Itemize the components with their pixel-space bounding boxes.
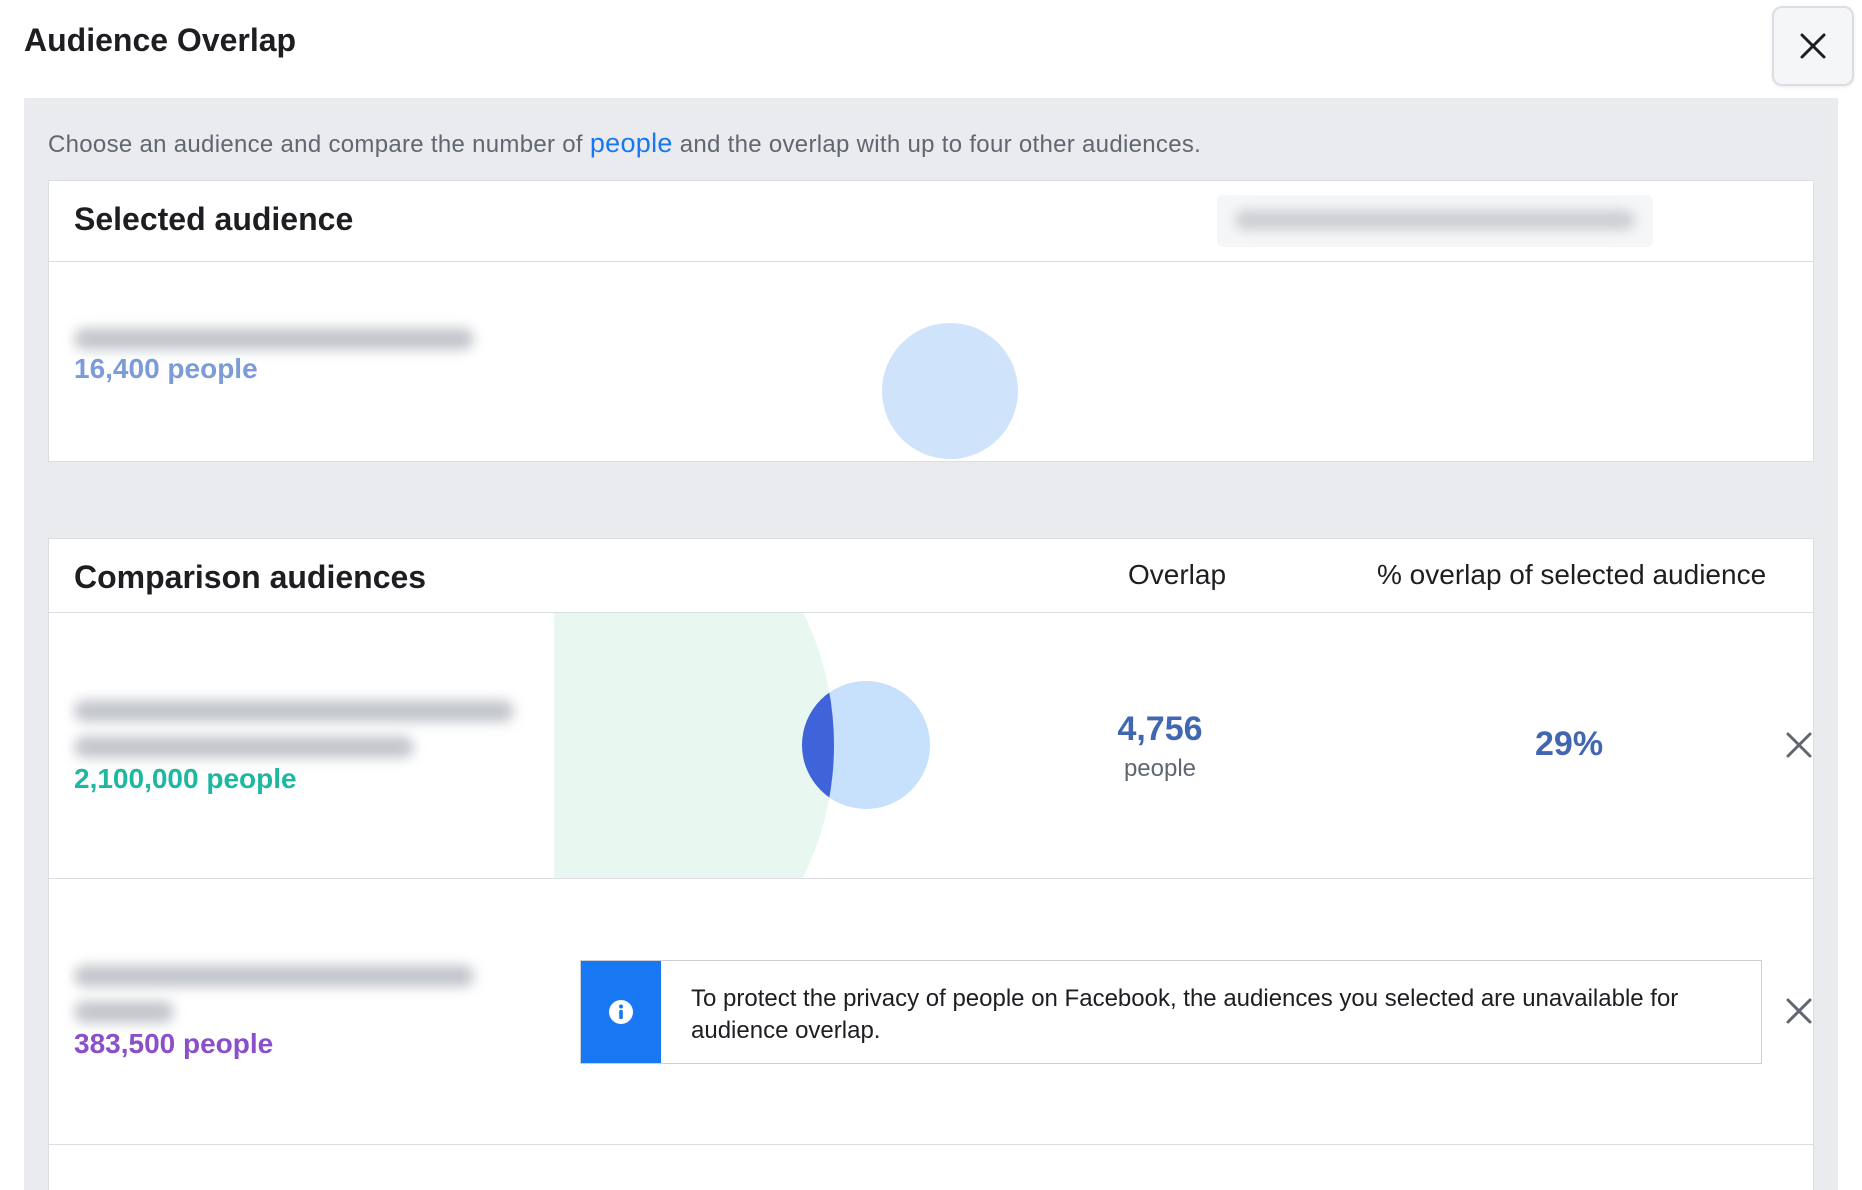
notice-icon-bar — [581, 961, 661, 1063]
selected-audience-title: Selected audience — [74, 201, 354, 237]
selected-audience-count: 16,400 people — [74, 353, 258, 384]
privacy-notice: To protect the privacy of people on Face… — [580, 960, 1762, 1064]
intro-text-after: and the overlap with up to four other au… — [672, 131, 1202, 158]
info-icon — [609, 1000, 633, 1024]
selected-audience-panel: Selected audience 16,400 people — [48, 180, 1814, 462]
comparison-audiences-panel: Comparison audiences Overlap % overlap o… — [48, 538, 1814, 1190]
close-icon — [1800, 33, 1826, 59]
privacy-notice-text: To protect the privacy of people on Face… — [691, 985, 1679, 1044]
selected-audience-header: Selected audience — [49, 181, 1813, 262]
close-dialog-button[interactable] — [1772, 6, 1854, 86]
overlap-unit: people — [1123, 755, 1197, 782]
overlap-column-header: Overlap — [1128, 559, 1227, 590]
comparison-audience-area — [554, 613, 834, 878]
comparison-audience-count: 383,500 people — [74, 1028, 274, 1059]
intro-text: Choose an audience and compare the numbe… — [48, 128, 1201, 159]
comparison-audience-count: 2,100,000 people — [74, 763, 297, 794]
comparison-row: 2,100,000 people 4,756 people 29% — [49, 613, 1813, 879]
comparison-audiences-header: Comparison audiences Overlap % overlap o… — [49, 539, 1813, 613]
comparison-audience-name-line-2 — [74, 1001, 174, 1023]
selected-audience-dropdown[interactable] — [1217, 195, 1653, 247]
overlap-venn-diagram — [554, 613, 930, 878]
comparison-audience-name — [74, 965, 474, 987]
overlap-value: 4,756 — [1117, 710, 1203, 748]
overlap-percent: 29% — [1535, 725, 1604, 763]
comparison-audience-name — [74, 700, 514, 722]
dialog-title: Audience Overlap — [24, 22, 297, 58]
selected-audience-name — [74, 328, 474, 350]
selected-audience-circle — [882, 323, 1018, 459]
remove-comparison-close-icon[interactable] — [1784, 996, 1814, 1026]
comparison-audience-name-line-2 — [74, 736, 414, 758]
percent-overlap-column-header: % overlap of selected audience — [1377, 559, 1767, 590]
intro-text-before: Choose an audience and compare the numbe… — [48, 131, 590, 158]
content-area: Choose an audience and compare the numbe… — [24, 98, 1838, 1190]
comparison-row: 383,500 people To protect the privacy of… — [49, 879, 1813, 1145]
people-link[interactable]: people — [590, 128, 673, 158]
comparison-audiences-title: Comparison audiences — [74, 559, 427, 595]
selected-audience-dropdown-value — [1235, 210, 1635, 230]
remove-comparison-close-icon[interactable] — [1784, 730, 1814, 760]
